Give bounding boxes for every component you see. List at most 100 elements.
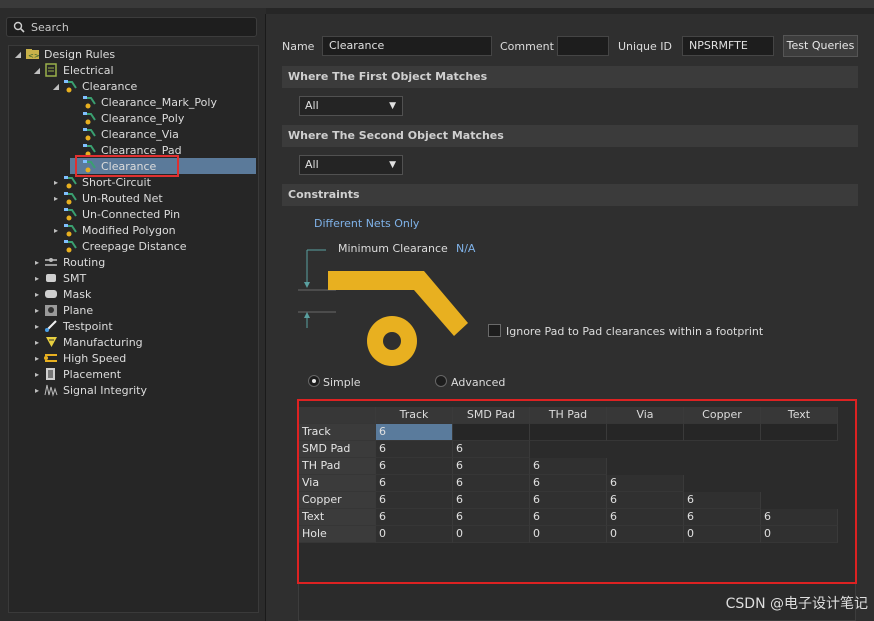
tree-node[interactable]: ▸ High Speed [32, 350, 126, 366]
tree-node[interactable]: Creepage Distance [51, 238, 187, 254]
advanced-mode-radio[interactable] [435, 375, 447, 387]
tree-node[interactable]: ◢ Electrical [32, 62, 114, 78]
expand-arrow-icon[interactable]: ▸ [51, 226, 61, 235]
tree-node[interactable]: ▸ Routing [32, 254, 105, 270]
tree-node[interactable]: Clearance_Poly [70, 110, 184, 126]
clearance-illustration [298, 249, 468, 366]
tree-node-label: Design Rules [44, 47, 116, 61]
chevron-down-icon: ▼ [389, 101, 396, 111]
tree-node[interactable]: ▸ SMT [32, 270, 86, 286]
tree-node-label: Creepage Distance [82, 239, 187, 253]
simple-mode-radio[interactable] [308, 375, 320, 387]
tree-node[interactable]: Clearance_Mark_Poly [70, 94, 217, 110]
tree-node-label: Clearance_Via [101, 127, 179, 141]
tree-node[interactable]: ▸ Placement [32, 366, 121, 382]
tree-node-label: Clearance_Poly [101, 111, 185, 125]
tree-node[interactable]: ▸ Signal Integrity [32, 382, 147, 398]
test-queries-button[interactable]: Test Queries [783, 35, 858, 57]
expand-arrow-icon[interactable]: ▸ [32, 306, 42, 315]
collapse-arrow-icon[interactable]: ◢ [13, 50, 23, 59]
tree-node[interactable]: ▸ Modified Polygon [51, 222, 176, 238]
search-placeholder: Search [31, 20, 69, 34]
expand-arrow-icon[interactable]: ▸ [32, 274, 42, 283]
selected-rule-highlight [75, 155, 179, 177]
first-object-section-header: Where The First Object Matches [282, 66, 858, 88]
tree-node-label: Signal Integrity [63, 383, 147, 397]
comment-field[interactable] [557, 36, 609, 56]
tree-node[interactable]: ▸ Testpoint [32, 318, 113, 334]
tree-node[interactable]: Clearance_Via [70, 126, 179, 142]
rule-icon [64, 224, 77, 237]
constraints-section-header: Constraints [282, 184, 858, 206]
expand-arrow-icon[interactable]: ▸ [32, 338, 42, 347]
rule-icon [64, 176, 77, 189]
second-object-match-select[interactable]: All ▼ [299, 155, 403, 175]
second-object-section-header: Where The Second Object Matches [282, 125, 858, 147]
rules-tree-panel: Search ◢ <> Design Rules ◢ Electrical ◢ Cleara… [0, 8, 265, 621]
matrix-highlight [297, 399, 857, 584]
clearance-rule-icon [64, 80, 77, 93]
unique-id-field[interactable]: NPSRMFTE [682, 36, 774, 56]
design-rules-folder-icon: <> [26, 49, 40, 60]
tree-node-label: Clearance [82, 79, 138, 93]
tree-node-label: Un-Connected Pin [82, 207, 181, 221]
tree-node[interactable]: ▸ Manufacturing [32, 334, 143, 350]
rule-icon [64, 208, 77, 221]
ignore-pad-checkbox[interactable] [488, 324, 501, 337]
expand-arrow-icon[interactable]: ▸ [32, 370, 42, 379]
manufacturing-icon [46, 337, 57, 347]
tree-node-label: Manufacturing [63, 335, 143, 349]
testpoint-icon [45, 320, 57, 332]
comment-label: Comment [500, 40, 554, 53]
net-scope-dropdown[interactable]: Different Nets Only [314, 217, 419, 230]
rules-tree: ◢ <> Design Rules ◢ Electrical ◢ Clearance Clea… [8, 45, 259, 613]
first-object-match-select[interactable]: All ▼ [299, 96, 403, 116]
second-object-match-value: All [305, 158, 319, 171]
signal-integrity-icon [44, 384, 58, 397]
collapse-arrow-icon[interactable]: ◢ [51, 82, 61, 91]
routing-icon [45, 258, 57, 266]
tree-node[interactable]: ▸ Un-Routed Net [51, 190, 163, 206]
clearance-rule-icon [83, 112, 96, 125]
plane-icon [45, 305, 57, 316]
high-speed-icon [44, 354, 57, 362]
tree-node[interactable]: ▸ Mask [32, 286, 91, 302]
svg-text:<>: <> [28, 52, 40, 60]
chevron-down-icon: ▼ [389, 160, 396, 170]
placement-icon [46, 368, 55, 380]
tree-node-label: High Speed [63, 351, 127, 365]
window-top-strip [0, 0, 874, 8]
tree-node[interactable]: ◢ <> Design Rules [13, 46, 115, 62]
rule-category-icon [45, 63, 57, 77]
tree-node[interactable]: Un-Connected Pin [51, 206, 180, 222]
collapse-arrow-icon[interactable]: ◢ [32, 66, 42, 75]
advanced-mode-label: Advanced [451, 376, 506, 389]
tree-node-label: Un-Routed Net [82, 191, 163, 205]
expand-arrow-icon[interactable]: ▸ [32, 322, 42, 331]
watermark: CSDN @电子设计笔记 [725, 596, 868, 612]
tree-node-label: SMT [63, 271, 87, 285]
clearance-rule-icon [83, 96, 96, 109]
smt-icon [46, 274, 56, 282]
expand-arrow-icon[interactable]: ▸ [51, 178, 61, 187]
tree-node[interactable]: ◢ Clearance [51, 78, 137, 94]
tree-node-label: Placement [63, 367, 122, 381]
ignore-pad-label: Ignore Pad to Pad clearances within a fo… [506, 325, 764, 338]
first-object-match-value: All [305, 99, 319, 112]
tree-node[interactable]: ▸ Plane [32, 302, 93, 318]
clearance-rule-icon [83, 128, 96, 141]
tree-node-label: Modified Polygon [82, 223, 176, 237]
tree-node-label: Routing [63, 255, 106, 269]
tree-node-label: Clearance_Mark_Poly [101, 95, 217, 109]
rule-icon [64, 192, 77, 205]
rule-icon [64, 240, 77, 253]
mask-icon [45, 290, 57, 298]
expand-arrow-icon[interactable]: ▸ [32, 290, 42, 299]
expand-arrow-icon[interactable]: ▸ [32, 386, 42, 395]
expand-arrow-icon[interactable]: ▸ [32, 354, 42, 363]
expand-arrow-icon[interactable]: ▸ [51, 194, 61, 203]
name-field[interactable]: Clearance [322, 36, 492, 56]
expand-arrow-icon[interactable]: ▸ [32, 258, 42, 267]
search-box[interactable]: Search [6, 17, 257, 37]
tree-node-label: Mask [63, 287, 92, 301]
